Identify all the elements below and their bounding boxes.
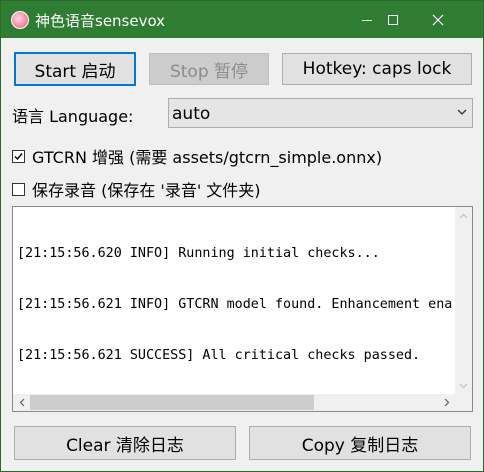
stop-button[interactable]: Stop 暂停: [149, 53, 269, 85]
close-icon: [432, 14, 444, 25]
app-logo-icon: [11, 11, 29, 29]
log-line: [21:15:56.621 INFO] GTCRN model found. E…: [17, 297, 453, 312]
chevron-down-icon: [459, 383, 468, 388]
save-audio-checkbox[interactable]: [12, 182, 25, 196]
copy-log-button[interactable]: Copy 复制日志: [249, 426, 471, 460]
language-select[interactable]: auto: [168, 98, 473, 128]
scroll-up-button[interactable]: [455, 207, 472, 224]
chevron-right-icon: [444, 398, 449, 407]
chevron-up-icon: [459, 213, 468, 218]
gtcrn-label: GTCRN 增强 (需要 assets/gtcrn_simple.onnx): [32, 148, 383, 167]
close-button[interactable]: [415, 1, 461, 38]
log-output[interactable]: [21:15:56.620 INFO] Running initial chec…: [12, 206, 473, 412]
save-audio-label: 保存录音 (保存在 '录音' 文件夹): [32, 181, 261, 200]
language-label: 语言 Language:: [12, 107, 134, 126]
maximize-button[interactable]: [370, 1, 416, 38]
save-audio-option[interactable]: 保存录音 (保存在 '录音' 文件夹): [12, 177, 261, 201]
app-window: 神色语音sensevox Start 启动 Stop 暂停 Hotkey: ca…: [0, 0, 484, 472]
log-lines: [21:15:56.620 INFO] Running initial chec…: [17, 211, 453, 381]
chevron-down-icon: [457, 109, 467, 115]
vertical-scrollbar[interactable]: [455, 207, 472, 394]
log-line: [21:15:56.621 SUCCESS] All critical chec…: [17, 348, 421, 363]
horizontal-scrollbar[interactable]: [13, 394, 455, 411]
log-line: [21:15:56.620 INFO] Running initial chec…: [17, 246, 380, 261]
start-button[interactable]: Start 启动: [14, 52, 136, 86]
scrollbar-corner: [455, 394, 472, 411]
language-selected-value: auto: [172, 104, 211, 124]
scroll-right-button[interactable]: [438, 394, 455, 411]
scroll-left-button[interactable]: [13, 394, 30, 411]
chevron-left-icon: [19, 398, 24, 407]
title-bar[interactable]: 神色语音sensevox: [1, 1, 483, 38]
checkmark-icon: [14, 152, 23, 160]
maximize-icon: [388, 14, 398, 25]
window-title: 神色语音sensevox: [35, 12, 166, 30]
gtcrn-checkbox[interactable]: [12, 149, 25, 163]
gtcrn-option[interactable]: GTCRN 增强 (需要 assets/gtcrn_simple.onnx): [12, 144, 382, 168]
hotkey-button[interactable]: Hotkey: caps lock: [282, 53, 472, 85]
horizontal-scroll-thumb[interactable]: [30, 395, 314, 410]
clear-log-button[interactable]: Clear 清除日志: [14, 426, 236, 460]
scroll-down-button[interactable]: [455, 377, 472, 394]
